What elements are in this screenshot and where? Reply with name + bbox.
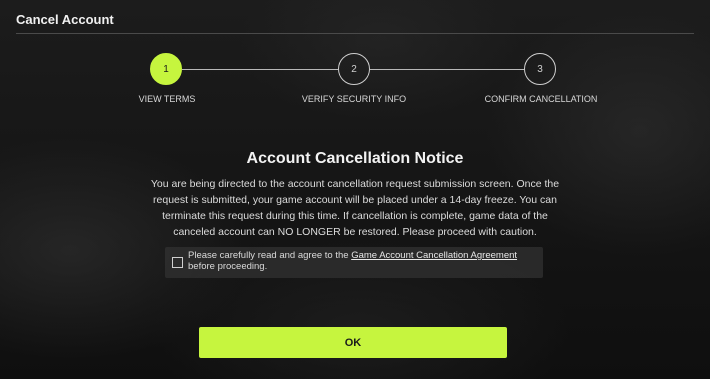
step-connector-1-2 (182, 69, 338, 70)
step-1-number: 1 (163, 63, 169, 75)
agreement-text-before: Please carefully read and agree to the (188, 250, 352, 261)
step-2-circle: 2 (338, 53, 370, 85)
step-2-label: VERIFY SECURITY INFO (301, 94, 407, 104)
ok-button[interactable]: OK (199, 327, 507, 358)
header-divider (16, 33, 694, 34)
step-3-circle: 3 (524, 53, 556, 85)
step-connector-2-3 (370, 69, 524, 70)
agreement-text: Please carefully read and agree to the G… (188, 250, 538, 272)
header: Cancel Account (0, 0, 710, 34)
notice-title: Account Cancellation Notice (246, 150, 464, 167)
step-1-circle: 1 (150, 53, 182, 85)
agreement-link[interactable]: Game Account Cancellation Agreement (351, 250, 517, 261)
notice-body: You are being directed to the account ca… (150, 178, 560, 238)
step-3-number: 3 (537, 63, 543, 75)
step-1-label: VIEW TERMS (138, 94, 196, 104)
page-title: Cancel Account (16, 12, 114, 27)
step-2-number: 2 (351, 63, 357, 75)
agreement-box: Please carefully read and agree to the G… (165, 247, 543, 278)
agreement-checkbox[interactable] (172, 257, 183, 268)
step-3-label: CONFIRM CANCELLATION (484, 94, 598, 104)
agreement-text-after: before proceeding. (188, 261, 268, 272)
